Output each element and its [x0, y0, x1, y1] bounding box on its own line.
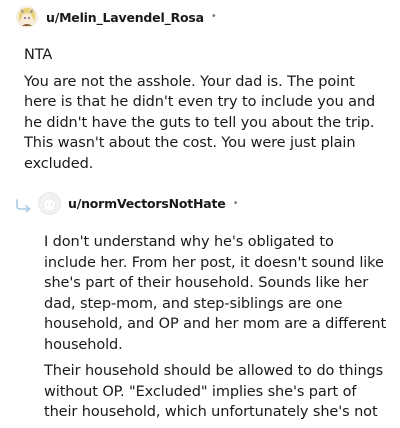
reply-body: I don't understand why he's obligated to… — [44, 232, 389, 423]
reply-avatar[interactable] — [38, 192, 61, 215]
reply-username[interactable]: u/normVectorsNotHate — [68, 196, 226, 211]
reply-paragraph: I don't understand why he's obligated to… — [44, 234, 387, 353]
reply-paragraph: Their household should be allowed to do … — [44, 363, 384, 420]
comment-username[interactable]: u/Melin_Lavendel_Rosa — [46, 10, 204, 25]
comment-header: u/Melin_Lavendel_Rosa • — [16, 6, 217, 28]
comment-paragraph: NTA — [24, 47, 53, 63]
header-separator: • — [210, 11, 217, 22]
comment-body: NTA You are not the asshole. Your dad is… — [24, 45, 384, 174]
comment-paragraph: You are not the asshole. Your dad is. Th… — [24, 73, 376, 172]
reply-arrow-icon — [16, 199, 31, 212]
reply-header-separator: • — [232, 197, 239, 209]
default-snoo-avatar-icon — [38, 192, 61, 215]
reply-header: u/normVectorsNotHate • — [38, 192, 238, 215]
user-avatar[interactable] — [16, 6, 38, 28]
anime-character-avatar-icon — [16, 6, 38, 28]
